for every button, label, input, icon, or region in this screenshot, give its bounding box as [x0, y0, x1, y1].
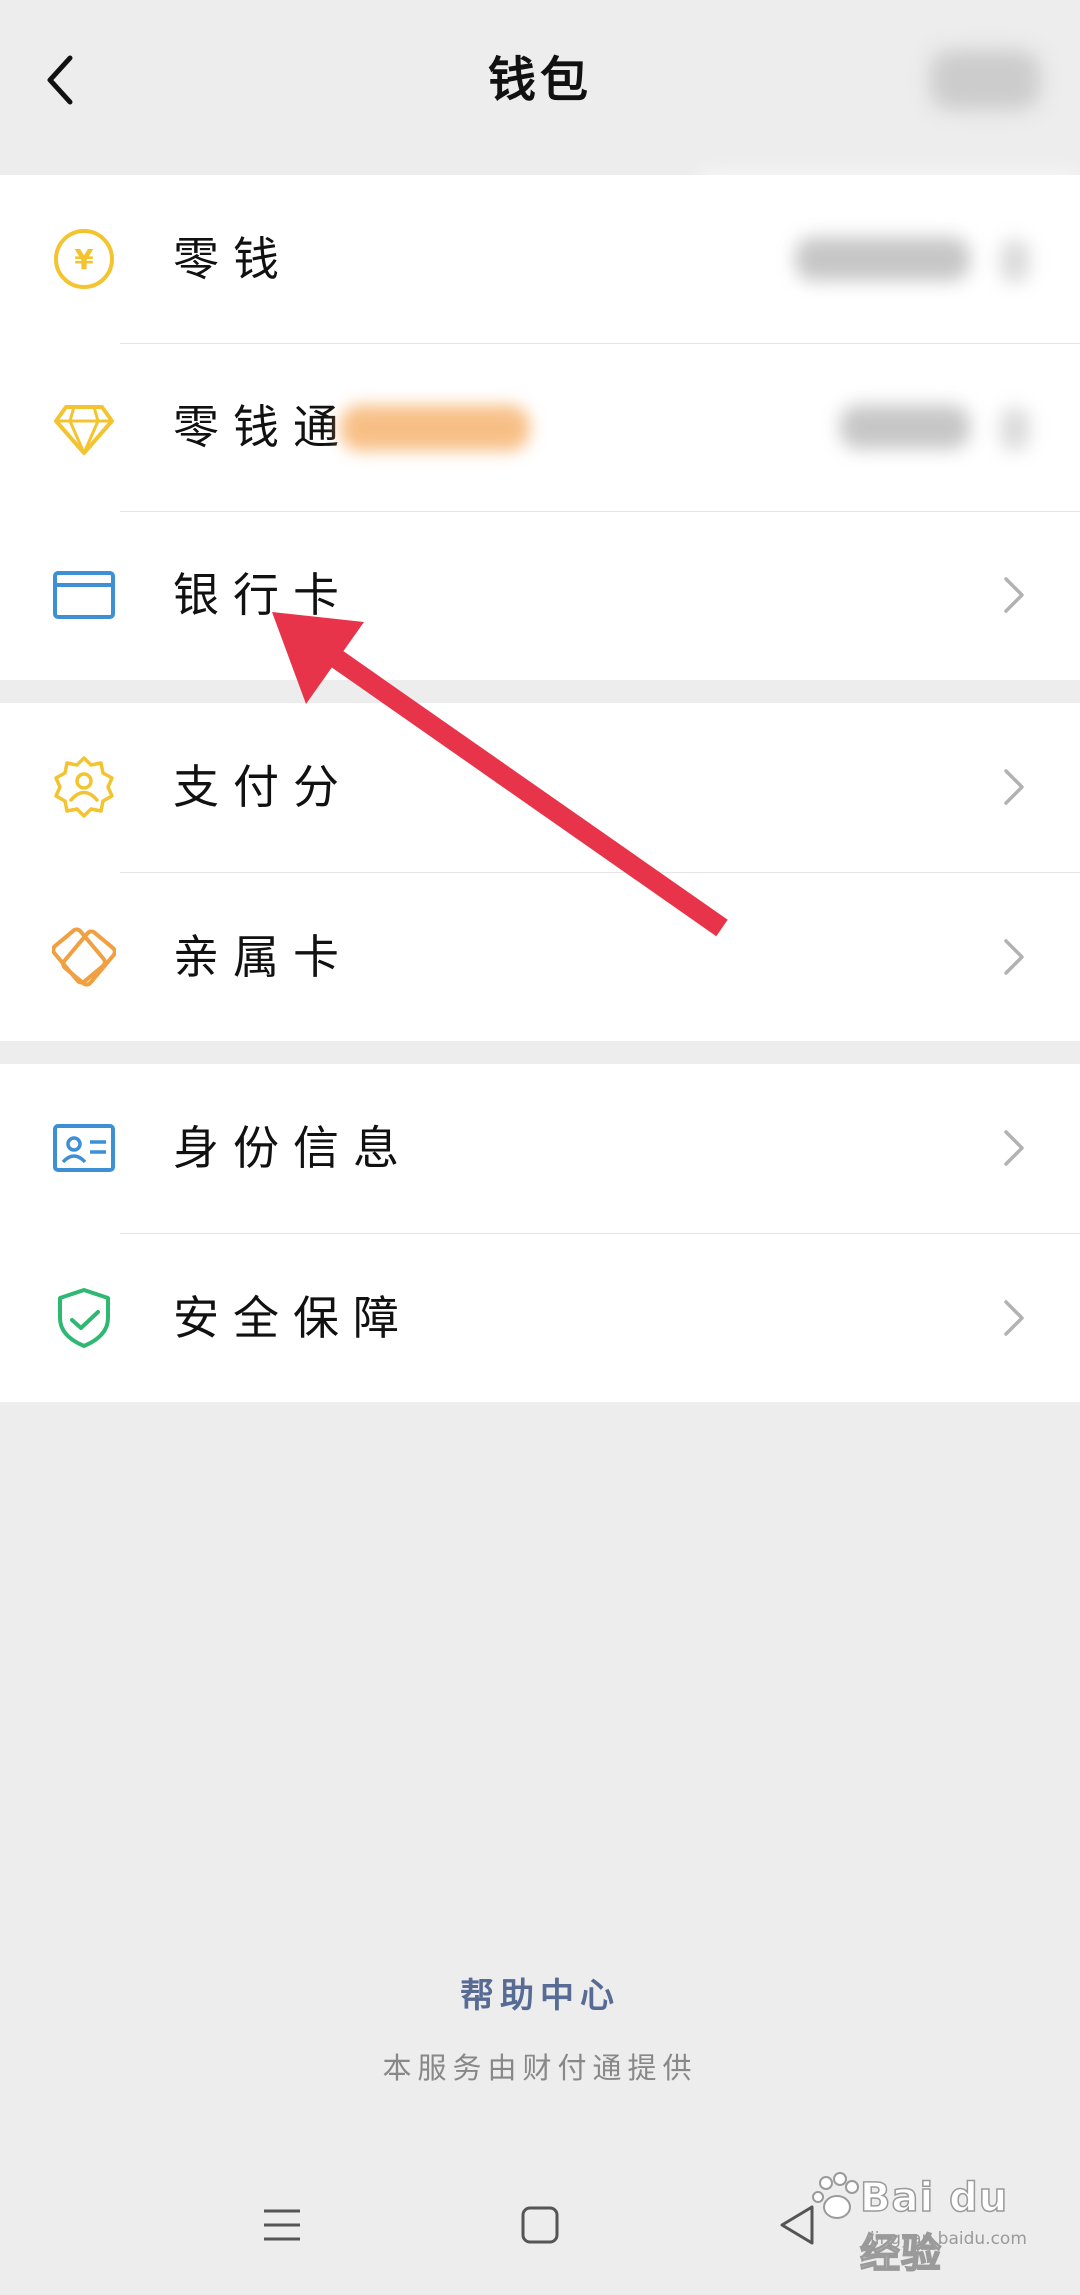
- menu-icon: [264, 2209, 300, 2241]
- chevron-right-icon: [1004, 1130, 1024, 1166]
- badge-person-icon: [54, 756, 114, 818]
- help-center-link[interactable]: 帮助中心: [0, 1968, 1080, 2017]
- blur-overlay: [700, 175, 1080, 205]
- list-item-identity[interactable]: 身份信息: [0, 1064, 1080, 1232]
- finance-group: ¥ 零钱 零钱通 银行卡: [0, 175, 1080, 680]
- top-bar: 钱包: [0, 0, 1080, 175]
- list-item-pay-score[interactable]: 支付分: [0, 703, 1080, 871]
- blurred-promo-tag: [340, 405, 530, 451]
- blurred-balance: [795, 237, 970, 281]
- menu-button[interactable]: [212, 2155, 352, 2295]
- paw-icon: [812, 2172, 859, 2219]
- list-item-label: 身份信息: [173, 1121, 413, 1175]
- chevron-right-icon: [1004, 577, 1024, 613]
- blurred-top-action[interactable]: [930, 50, 1040, 110]
- list-item-label: 银行卡: [173, 568, 353, 622]
- chevron-right-icon: [1004, 769, 1024, 805]
- yuan-coin-icon: ¥: [54, 229, 114, 289]
- list-item-label: 安全保障: [173, 1291, 413, 1345]
- list-item-label: 零钱: [173, 232, 293, 286]
- blurred-chevron: [1000, 407, 1030, 451]
- blurred-balance: [840, 405, 970, 449]
- linked-cards-icon: [52, 927, 116, 987]
- list-item-bank-card[interactable]: 银行卡: [0, 511, 1080, 679]
- list-item-label: 零钱通: [173, 400, 353, 454]
- account-group: 身份信息 安全保障: [0, 1064, 1080, 1402]
- list-item-security[interactable]: 安全保障: [0, 1234, 1080, 1402]
- list-item-label: 亲属卡: [173, 930, 353, 984]
- home-button[interactable]: [470, 2155, 610, 2295]
- watermark-brand: Bai du 经验: [859, 2174, 1009, 2278]
- blurred-chevron: [1000, 239, 1030, 283]
- bank-card-icon: [53, 571, 115, 619]
- chevron-right-icon: [1004, 939, 1024, 975]
- watermark-url: jingyan.baidu.com: [870, 2229, 1027, 2249]
- watermark: Bai du 经验 jingyan.baidu.com: [810, 2165, 1040, 2278]
- shield-check-icon: [58, 1288, 110, 1348]
- svg-text:¥: ¥: [74, 243, 94, 276]
- id-card-icon: [53, 1124, 115, 1172]
- provider-note: 本服务由财付通提供: [382, 2051, 698, 2085]
- credit-group: 支付分 亲属卡: [0, 703, 1080, 1041]
- chevron-right-icon: [1004, 1300, 1024, 1336]
- list-item-label: 支付分: [173, 760, 353, 814]
- list-item-licaitong[interactable]: 零钱通: [0, 343, 1080, 511]
- list-item-family-card[interactable]: 亲属卡: [0, 873, 1080, 1041]
- page-title: 钱包: [487, 52, 592, 108]
- diamond-icon: [54, 405, 114, 455]
- square-icon: [521, 2206, 559, 2244]
